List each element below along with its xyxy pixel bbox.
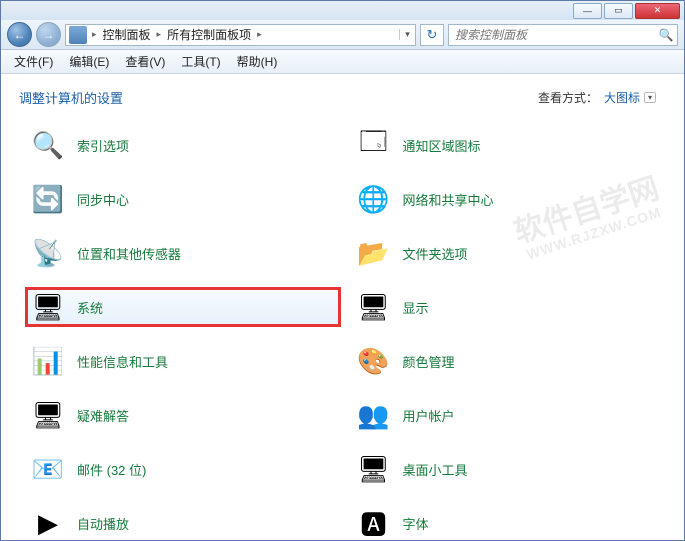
search-box[interactable]: 🔍	[448, 24, 678, 46]
menu-tools[interactable]: 工具(T)	[174, 51, 227, 72]
gadgets-icon: 🖥	[357, 452, 391, 486]
cp-item-label: 颜色管理	[403, 352, 455, 371]
cp-item-label: 索引选项	[77, 136, 129, 155]
items-grid: 🔍 索引选项 🗔 通知区域图标 🔄 同步中心 🌐 网络和共享中心 📡 位置和其他传感器 📂 文件夹选项…	[19, 125, 666, 540]
tray-icon: 🗔	[357, 128, 391, 162]
trouble-icon: 🖥	[31, 398, 65, 432]
cp-item-label: 显示	[403, 298, 429, 317]
cp-item-mail[interactable]: 📧 邮件 (32 位)	[25, 449, 341, 489]
sensors-icon: 📡	[31, 236, 65, 270]
menu-edit[interactable]: 编辑(E)	[62, 51, 116, 72]
address-bar[interactable]: ▸ 控制面板 ▸ 所有控制面板项 ▸ ▾	[65, 24, 416, 46]
menubar: 文件(F) 编辑(E) 查看(V) 工具(T) 帮助(H)	[1, 50, 684, 74]
refresh-button[interactable]: ↻	[420, 24, 444, 46]
indexing-icon: 🔍	[31, 128, 65, 162]
network-icon: 🌐	[357, 182, 391, 216]
cp-item-perf[interactable]: 📊 性能信息和工具	[25, 341, 341, 381]
chevron-down-icon: ▾	[644, 92, 656, 103]
color-icon: 🎨	[357, 344, 391, 378]
autoplay-icon: ▶	[31, 506, 65, 540]
control-panel-icon	[69, 26, 87, 44]
view-mode-value: 大图标	[604, 89, 640, 106]
page-title: 调整计算机的设置	[19, 88, 123, 107]
cp-item-indexing[interactable]: 🔍 索引选项	[25, 125, 341, 165]
cp-item-label: 疑难解答	[77, 406, 129, 425]
cp-item-folder[interactable]: 📂 文件夹选项	[351, 233, 667, 273]
users-icon: 👥	[357, 398, 391, 432]
cp-item-color[interactable]: 🎨 颜色管理	[351, 341, 667, 381]
cp-item-label: 同步中心	[77, 190, 129, 209]
cp-item-system[interactable]: 🖥 系统	[25, 287, 341, 327]
breadcrumb-control-panel[interactable]: 控制面板	[99, 26, 155, 43]
cp-item-label: 位置和其他传感器	[77, 244, 181, 263]
cp-item-label: 性能信息和工具	[77, 352, 168, 371]
cp-item-sync[interactable]: 🔄 同步中心	[25, 179, 341, 219]
breadcrumb-all-items[interactable]: 所有控制面板项	[163, 26, 255, 43]
maximize-button[interactable]: ▭	[604, 3, 633, 19]
perf-icon: 📊	[31, 344, 65, 378]
cp-item-label: 桌面小工具	[403, 460, 468, 479]
folder-icon: 📂	[357, 236, 391, 270]
menu-file[interactable]: 文件(F)	[7, 51, 60, 72]
close-button[interactable]: ✕	[635, 3, 680, 19]
cp-item-trouble[interactable]: 🖥 疑难解答	[25, 395, 341, 435]
cp-item-label: 通知区域图标	[403, 136, 481, 155]
menu-view[interactable]: 查看(V)	[118, 51, 172, 72]
fonts-icon: 🅰	[357, 506, 391, 540]
sync-icon: 🔄	[31, 182, 65, 216]
cp-item-label: 邮件 (32 位)	[77, 460, 146, 479]
cp-item-sensors[interactable]: 📡 位置和其他传感器	[25, 233, 341, 273]
display-icon: 🖥	[357, 290, 391, 324]
cp-item-gadgets[interactable]: 🖥 桌面小工具	[351, 449, 667, 489]
menu-help[interactable]: 帮助(H)	[230, 51, 285, 72]
cp-item-fonts[interactable]: 🅰 字体	[351, 503, 667, 540]
cp-item-display[interactable]: 🖥 显示	[351, 287, 667, 327]
chevron-right-icon[interactable]: ▸	[255, 29, 264, 40]
cp-item-label: 自动播放	[77, 514, 129, 533]
cp-item-label: 网络和共享中心	[403, 190, 494, 209]
minimize-button[interactable]: —	[573, 3, 602, 19]
search-input[interactable]	[449, 28, 655, 42]
view-mode-label: 查看方式：	[538, 89, 598, 106]
navigation-bar: ← → ▸ 控制面板 ▸ 所有控制面板项 ▸ ▾ ↻ 🔍	[1, 20, 684, 50]
system-icon: 🖥	[31, 290, 65, 324]
mail-icon: 📧	[31, 452, 65, 486]
chevron-right-icon[interactable]: ▸	[90, 29, 99, 40]
content-header: 调整计算机的设置 查看方式： 大图标 ▾	[19, 88, 666, 107]
cp-item-autoplay[interactable]: ▶ 自动播放	[25, 503, 341, 540]
nav-forward-button[interactable]: →	[36, 22, 61, 47]
cp-item-label: 字体	[403, 514, 429, 533]
cp-item-label: 文件夹选项	[403, 244, 468, 263]
address-dropdown-button[interactable]: ▾	[399, 29, 415, 40]
cp-item-network[interactable]: 🌐 网络和共享中心	[351, 179, 667, 219]
nav-back-button[interactable]: ←	[7, 22, 32, 47]
view-mode-row: 查看方式： 大图标 ▾	[538, 89, 656, 106]
view-mode-select[interactable]: 大图标 ▾	[604, 89, 656, 106]
cp-item-label: 系统	[77, 298, 103, 317]
cp-item-label: 用户帐户	[403, 406, 455, 425]
chevron-right-icon[interactable]: ▸	[155, 29, 164, 40]
titlebar: — ▭ ✕	[1, 1, 684, 20]
content-area: 软件自学网 WWW.RJZXW.COM 调整计算机的设置 查看方式： 大图标 ▾…	[1, 74, 684, 540]
cp-item-users[interactable]: 👥 用户帐户	[351, 395, 667, 435]
search-icon[interactable]: 🔍	[655, 28, 677, 42]
cp-item-tray[interactable]: 🗔 通知区域图标	[351, 125, 667, 165]
control-panel-window: — ▭ ✕ ← → ▸ 控制面板 ▸ 所有控制面板项 ▸ ▾ ↻ 🔍 文件(F)…	[0, 0, 685, 541]
